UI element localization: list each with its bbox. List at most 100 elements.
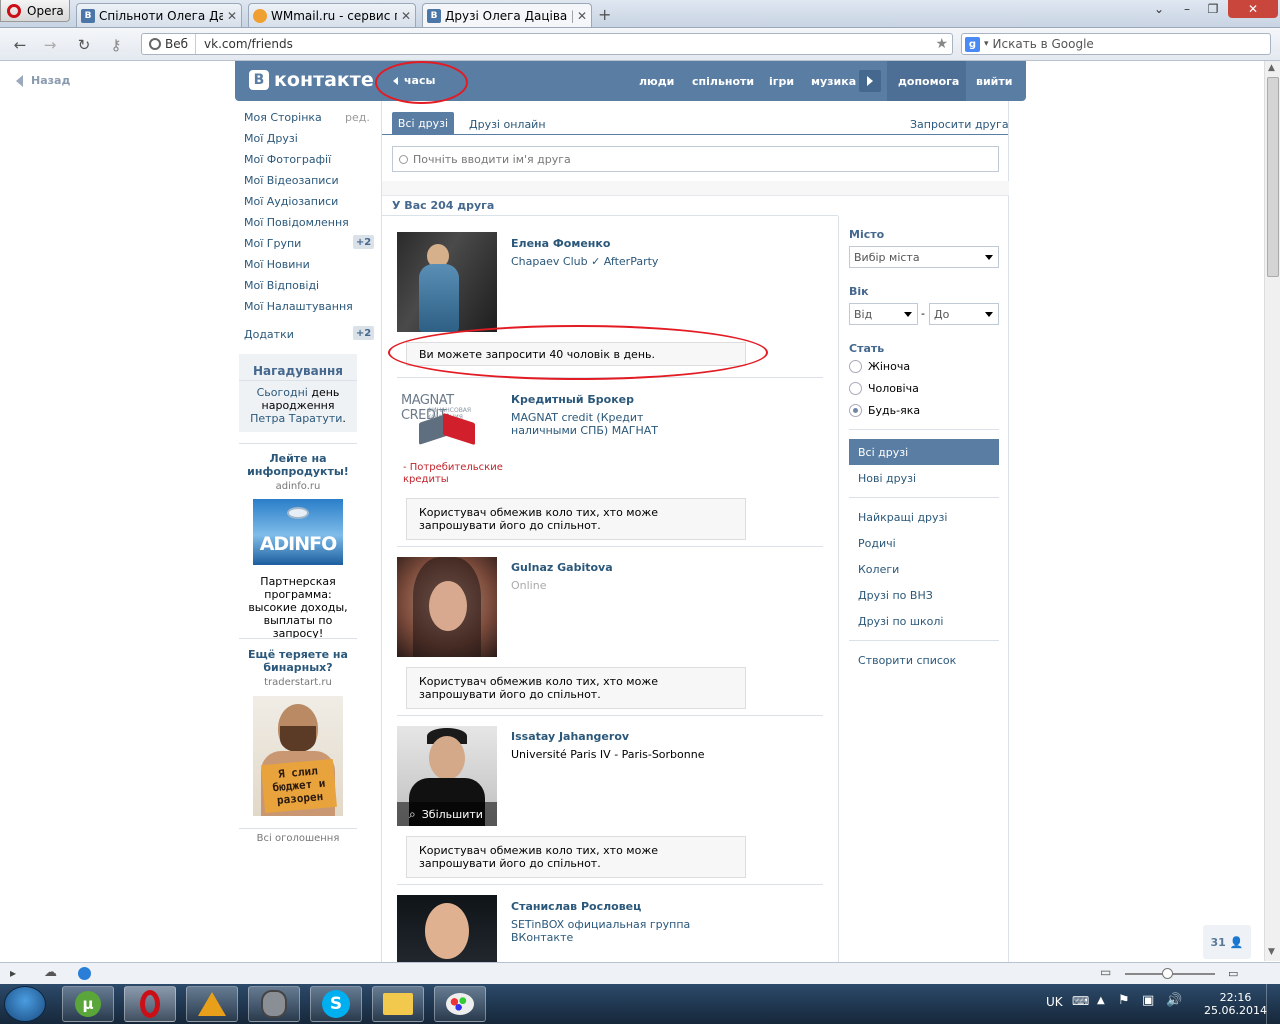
menu-my-videos[interactable]: Мої Відеозаписи [244,174,339,187]
taskbar-paint[interactable] [434,986,486,1022]
friend-name[interactable]: Елена Фоменко [511,237,610,250]
show-desktop-button[interactable] [1266,984,1280,1024]
cloud-icon[interactable]: ☁ [44,965,57,980]
friend-photo[interactable] [397,557,497,657]
friend-search-input[interactable]: Почніть вводити ім'я друга [392,146,999,172]
forward-arrow-icon[interactable]: → [40,35,60,55]
web-badge[interactable]: Веб [142,34,197,54]
tab-list-icon[interactable]: ⌄ [1146,0,1172,18]
vertical-scrollbar[interactable]: ▲ ▼ [1264,61,1280,961]
list-relatives[interactable]: Родичі [858,537,896,550]
close-icon[interactable]: ✕ [577,9,587,23]
bookmark-star-icon[interactable]: ★ [935,36,948,52]
age-to-select[interactable]: До [929,303,999,325]
zoom-overlay[interactable]: ⌕ Збільшити [397,802,497,826]
taskbar-game[interactable] [248,986,300,1022]
zoom-slider-handle[interactable] [1162,968,1173,979]
create-list-link[interactable]: Створити список [858,654,956,667]
ad-traderstart[interactable]: Ещё теряете на бинарных? traderstart.ru … [239,648,357,816]
all-ads-link[interactable]: Всі оголошення [239,833,357,844]
list-university-friends[interactable]: Друзі по ВНЗ [858,589,933,602]
new-tab-plus-icon[interactable]: + [598,5,611,24]
list-colleagues[interactable]: Колеги [858,563,899,576]
list-all-friends[interactable]: Всі друзі [849,439,999,465]
list-new-friends[interactable]: Нові друзі [858,472,916,485]
menu-my-answers[interactable]: Мої Відповіді [244,279,319,292]
apps-count-badge[interactable]: +2 [353,326,374,340]
list-best-friends[interactable]: Найкращі друзі [858,511,947,524]
nav-more-arrow-icon[interactable] [859,70,881,92]
menu-my-messages[interactable]: Мої Повідомлення [244,216,349,229]
friend-photo[interactable] [397,232,497,332]
invite-friend-link[interactable]: Запросити друга [910,118,1009,131]
address-field[interactable]: Веб vk.com/friends ★ [141,33,953,55]
scroll-thumb[interactable] [1267,77,1279,277]
online-friends-counter[interactable]: 31 👤 [1203,925,1251,959]
list-school-friends[interactable]: Друзі по школі [858,615,943,628]
friend-photo[interactable]: ⌕ Збільшити [397,726,497,826]
menu-my-page[interactable]: Моя Сторінка [244,111,322,124]
taskbar-clock[interactable]: 22:16 25.06.2014 [1204,991,1267,1017]
nav-games[interactable]: ігри [769,61,794,101]
today-link[interactable]: Сьогодні [257,386,308,399]
menu-my-audio[interactable]: Мої Аудіозаписи [244,195,338,208]
ad-adinfo[interactable]: Лейте на инфопродукты! adinfo.ru ADINFO … [239,452,357,640]
friend-name[interactable]: Issatay Jahangerov [511,730,629,743]
nav-communities[interactable]: спільноти [692,61,754,101]
restore-icon[interactable]: ❐ [1200,0,1226,18]
tab-communities[interactable]: B Спільноти Олега Дацiва ✕ [76,3,242,27]
sex-male-radio[interactable]: Чоловіча [849,382,919,395]
panel-toggle-icon[interactable]: ▸ [10,966,16,980]
friend-subtitle[interactable]: MAGNAT credit (Кредит наличными СПБ) МАГ… [511,411,701,437]
menu-my-photos[interactable]: Мої Фотографії [244,153,331,166]
network-icon[interactable]: ▣ [1142,993,1154,1008]
close-icon[interactable]: ✕ [401,9,411,23]
key-icon[interactable]: ⚷ [106,35,126,55]
taskbar-aimp[interactable] [186,986,238,1022]
tab-friends-online[interactable]: Друзі онлайн [469,118,546,131]
city-select[interactable]: Вибір міста [849,246,999,268]
sex-female-radio[interactable]: Жіноча [849,360,910,373]
friend-name[interactable]: Станислав Рословец [511,900,641,913]
vk-logo[interactable]: В контакте [249,69,374,91]
tray-arrow-icon[interactable]: ▲ [1097,995,1105,1006]
opera-menu-button[interactable]: Opera [0,0,70,22]
menu-my-news[interactable]: Мої Новини [244,258,310,271]
chevron-down-icon[interactable]: ▾ [984,39,989,49]
taskbar-skype[interactable]: S [310,986,362,1022]
menu-my-friends[interactable]: Мої Друзі [244,132,298,145]
taskbar-utorrent[interactable]: µ [62,986,114,1022]
tab-wmmail[interactable]: WMmail.ru - сервис п... ✕ [248,3,416,27]
google-search-field[interactable]: g ▾ Искать в Google [961,33,1271,55]
nav-people[interactable]: люди [639,61,674,101]
windows-start-button[interactable] [4,986,46,1022]
keyboard-icon[interactable]: ⌨ [1072,994,1089,1008]
friend-photo[interactable] [397,895,497,962]
menu-my-groups[interactable]: Мої Групи [244,237,301,250]
friend-subtitle[interactable]: SETinBOX официальная группа ВКонтакте [511,918,701,944]
scroll-up-icon[interactable]: ▲ [1268,63,1275,73]
groups-count-badge[interactable]: +2 [353,235,374,249]
friend-subtitle[interactable]: Chapaev Club ✓ AfterParty [511,255,658,268]
tab-friends[interactable]: B Друзі Олега Дацiва | 2... ✕ [422,3,592,27]
tab-all-friends[interactable]: Всі друзі [392,112,454,134]
volume-icon[interactable]: 🔊 [1166,993,1182,1008]
nav-logout[interactable]: вийти [976,61,1012,101]
friend-name[interactable]: Кредитный Брокер [511,393,634,406]
back-arrow-icon[interactable]: ← [10,35,30,55]
age-from-select[interactable]: Від [849,303,918,325]
back-link[interactable]: Назад [16,74,70,87]
nav-music[interactable]: музика [811,61,856,101]
nav-help[interactable]: допомога [898,61,959,101]
sex-any-radio[interactable]: Будь-яка [849,404,920,417]
menu-my-settings[interactable]: Мої Налаштування [244,300,353,313]
zoom-reset-icon[interactable]: ▭ [1228,967,1238,980]
close-window-icon[interactable]: ✕ [1228,0,1278,18]
birthday-person-link[interactable]: Петра Таратути [250,412,342,425]
taskbar-explorer[interactable] [372,986,424,1022]
speed-dial-icon[interactable] [78,967,91,980]
taskbar-opera[interactable] [124,986,176,1022]
edit-menu-link[interactable]: ред. [345,111,370,124]
scroll-down-icon[interactable]: ▼ [1268,947,1275,957]
friend-name[interactable]: Gulnaz Gabitova [511,561,613,574]
